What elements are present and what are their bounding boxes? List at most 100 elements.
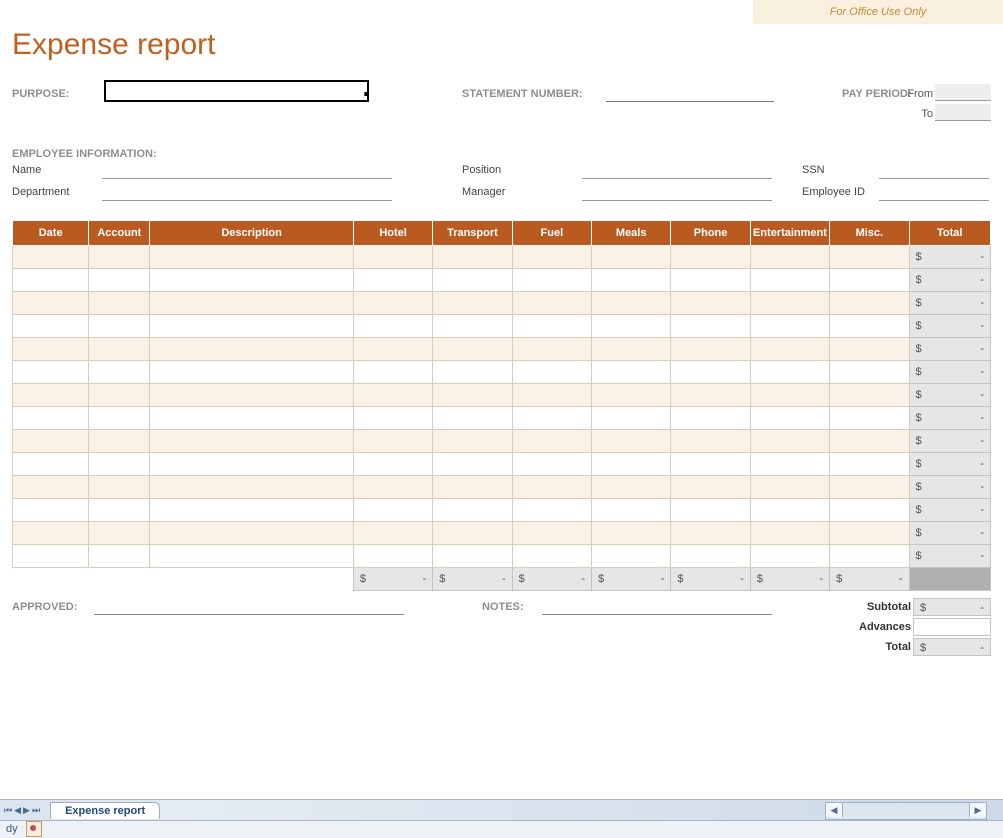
table-cell[interactable] [750,545,829,568]
table-cell[interactable] [150,453,354,476]
table-cell[interactable] [89,269,150,292]
table-cell[interactable] [830,430,909,453]
table-cell[interactable] [89,338,150,361]
table-cell[interactable] [150,499,354,522]
table-cell[interactable] [671,384,750,407]
table-cell[interactable] [89,246,150,269]
table-cell[interactable] [13,269,89,292]
table-cell[interactable] [830,338,909,361]
table-cell[interactable] [89,361,150,384]
table-cell[interactable] [89,430,150,453]
table-cell[interactable] [512,430,591,453]
table-cell[interactable] [433,499,512,522]
table-cell[interactable] [13,315,89,338]
table-cell[interactable] [830,361,909,384]
table-cell[interactable] [353,407,432,430]
table-cell[interactable] [830,246,909,269]
scroll-right-icon[interactable]: ▶ [969,803,986,817]
table-cell[interactable] [592,476,671,499]
table-cell[interactable] [150,545,354,568]
table-cell[interactable] [433,407,512,430]
table-cell[interactable] [592,246,671,269]
table-cell[interactable] [830,499,909,522]
table-cell[interactable] [671,476,750,499]
table-cell[interactable] [750,269,829,292]
table-cell[interactable] [512,269,591,292]
table-cell[interactable] [750,453,829,476]
table-cell[interactable] [89,453,150,476]
table-cell[interactable] [150,522,354,545]
table-cell[interactable] [89,499,150,522]
table-cell[interactable] [592,361,671,384]
sheet-nav[interactable]: ⏮ ◀ ▶ ⏭ [0,805,44,816]
table-cell[interactable] [592,292,671,315]
table-cell[interactable] [671,430,750,453]
table-cell[interactable] [592,315,671,338]
table-cell[interactable] [830,545,909,568]
table-cell[interactable] [512,384,591,407]
table-cell[interactable] [830,453,909,476]
notes-input[interactable] [542,614,772,615]
table-cell[interactable] [750,315,829,338]
table-cell[interactable] [13,361,89,384]
table-cell[interactable] [750,361,829,384]
department-input[interactable] [102,186,392,201]
table-cell[interactable] [353,545,432,568]
table-cell[interactable] [150,430,354,453]
table-cell[interactable] [433,292,512,315]
sheet-nav-prev-icon[interactable]: ◀ [14,805,21,816]
table-cell[interactable] [89,522,150,545]
table-cell[interactable] [353,384,432,407]
table-cell[interactable] [353,292,432,315]
table-cell[interactable] [433,246,512,269]
macro-record-icon[interactable] [26,821,42,837]
table-cell[interactable] [512,246,591,269]
table-cell[interactable] [353,476,432,499]
table-cell[interactable] [13,453,89,476]
pay-period-from-input[interactable] [935,84,991,101]
table-cell[interactable] [433,361,512,384]
table-cell[interactable] [830,269,909,292]
table-cell[interactable] [150,384,354,407]
table-cell[interactable] [89,476,150,499]
table-cell[interactable] [592,522,671,545]
table-cell[interactable] [512,361,591,384]
table-cell[interactable] [433,476,512,499]
table-cell[interactable] [512,315,591,338]
table-cell[interactable] [512,476,591,499]
table-cell[interactable] [512,407,591,430]
scroll-left-icon[interactable]: ◀ [826,803,843,817]
table-cell[interactable] [671,499,750,522]
table-cell[interactable] [592,384,671,407]
statement-number-input[interactable] [606,101,774,102]
table-cell[interactable] [353,361,432,384]
table-cell[interactable] [89,384,150,407]
ssn-input[interactable] [879,164,989,179]
sheet-nav-first-icon[interactable]: ⏮ [4,805,12,816]
table-cell[interactable] [750,407,829,430]
table-cell[interactable] [150,246,354,269]
table-cell[interactable] [433,338,512,361]
table-cell[interactable] [13,246,89,269]
position-input[interactable] [582,164,772,179]
table-cell[interactable] [433,430,512,453]
table-cell[interactable] [830,522,909,545]
table-cell[interactable] [150,315,354,338]
table-cell[interactable] [353,246,432,269]
table-cell[interactable] [89,315,150,338]
table-cell[interactable] [512,522,591,545]
table-cell[interactable] [671,407,750,430]
table-cell[interactable] [830,407,909,430]
table-cell[interactable] [433,522,512,545]
table-cell[interactable] [433,315,512,338]
table-cell[interactable] [671,522,750,545]
table-cell[interactable] [750,246,829,269]
sheet-nav-last-icon[interactable]: ⏭ [32,805,40,816]
table-cell[interactable] [150,269,354,292]
table-cell[interactable] [13,407,89,430]
table-cell[interactable] [830,315,909,338]
table-cell[interactable] [671,246,750,269]
table-cell[interactable] [592,269,671,292]
table-cell[interactable] [433,384,512,407]
table-cell[interactable] [13,384,89,407]
